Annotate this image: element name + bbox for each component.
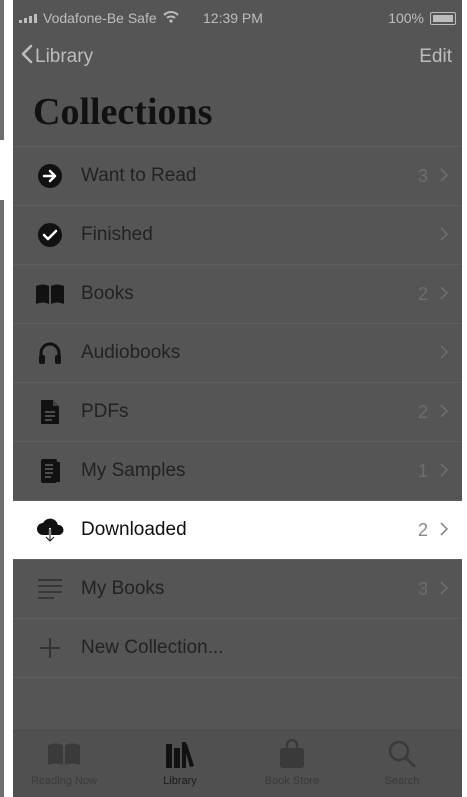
list-item-count: 2 [417,401,428,422]
signal-icon [19,13,37,23]
chevron-right-icon [440,463,449,482]
list-item-label: New Collection... [81,637,224,658]
tab-label: Book Store [264,775,320,787]
library-icon [135,739,225,769]
list-item-count: 2 [417,519,428,540]
list-item-label: My Samples [81,460,186,481]
wifi-icon [162,10,179,26]
list-item-count: 1 [417,460,428,481]
plus-icon [35,633,65,663]
tab-reading-now[interactable]: Reading Now [19,739,109,787]
carrier-info: Vodafone-Be Safe [19,10,179,26]
battery-percent: 100% [388,10,424,26]
chevron-left-icon [21,44,33,70]
collections-list: Want to Read 3 Finished Books 2 Audioboo… [13,146,462,767]
tab-library[interactable]: Library [135,739,225,787]
status-time: 12:39 PM [203,10,263,26]
chevron-right-icon [440,227,449,246]
search-icon [357,739,447,769]
chevron-right-icon [440,286,449,305]
tab-label: Search [384,775,420,787]
battery-info: 100% [388,10,456,26]
list-item-label: Finished [81,224,153,245]
battery-icon [430,11,456,25]
edge-mark [0,200,4,797]
tab-label: Library [163,775,197,787]
headphones-icon [35,338,65,368]
arrow-right-circle-icon [35,161,65,191]
list-item-label: Books [81,283,134,304]
list-item-new-collection[interactable]: New Collection... [13,618,462,677]
list-item-label: Audiobooks [81,342,181,363]
list-item-audiobooks[interactable]: Audiobooks [13,323,462,382]
list-item-label: Downloaded [81,519,187,540]
edge-mark [0,0,4,140]
phone-screen: Vodafone-Be Safe 12:39 PM 100% Library E… [13,0,462,797]
tab-search[interactable]: Search [357,739,447,787]
bag-icon [247,739,337,769]
list-item-my-samples[interactable]: My Samples 1 [13,441,462,500]
edit-button[interactable]: Edit [419,46,452,68]
list-item-finished[interactable]: Finished [13,205,462,264]
list-item-count: 3 [417,165,428,186]
back-label: Library [35,46,94,67]
chevron-right-icon [440,345,449,364]
page-title: Collections [33,91,213,133]
document-icon [35,397,65,427]
navigation-bar: Library Edit [13,40,462,80]
carrier-name: Vodafone-Be Safe [43,10,157,26]
chevron-right-icon [440,522,449,541]
chevron-right-icon [440,581,449,600]
list-item-want-to-read[interactable]: Want to Read 3 [13,146,462,205]
list-item-my-books[interactable]: My Books 3 [13,559,462,618]
book-open-icon [19,739,109,769]
list-item-label: Want to Read [81,165,197,186]
check-circle-icon [35,220,65,250]
back-button[interactable]: Library [21,44,93,70]
screenshot-frame: Vodafone-Be Safe 12:39 PM 100% Library E… [0,0,467,797]
book-open-icon [35,279,65,309]
list-item-count: 2 [417,283,428,304]
list-item-label: My Books [81,578,165,599]
status-bar: Vodafone-Be Safe 12:39 PM 100% [13,0,462,36]
list-item-books[interactable]: Books 2 [13,264,462,323]
cloud-download-icon [35,515,65,545]
list-item-label: PDFs [81,401,129,422]
list-item-downloaded[interactable]: Downloaded 2 [13,500,462,559]
chevron-right-icon [440,404,449,423]
list-item-count: 3 [417,578,428,599]
list-item-pdfs[interactable]: PDFs 2 [13,382,462,441]
tab-label: Reading Now [30,775,98,787]
list-lines-icon [35,574,65,604]
list-empty-row [13,677,462,736]
sample-document-icon [35,456,65,486]
tab-bar: Reading Now Library Book Store Search [13,730,462,797]
tab-book-store[interactable]: Book Store [247,739,337,787]
chevron-right-icon [440,168,449,187]
left-edge [0,0,13,797]
